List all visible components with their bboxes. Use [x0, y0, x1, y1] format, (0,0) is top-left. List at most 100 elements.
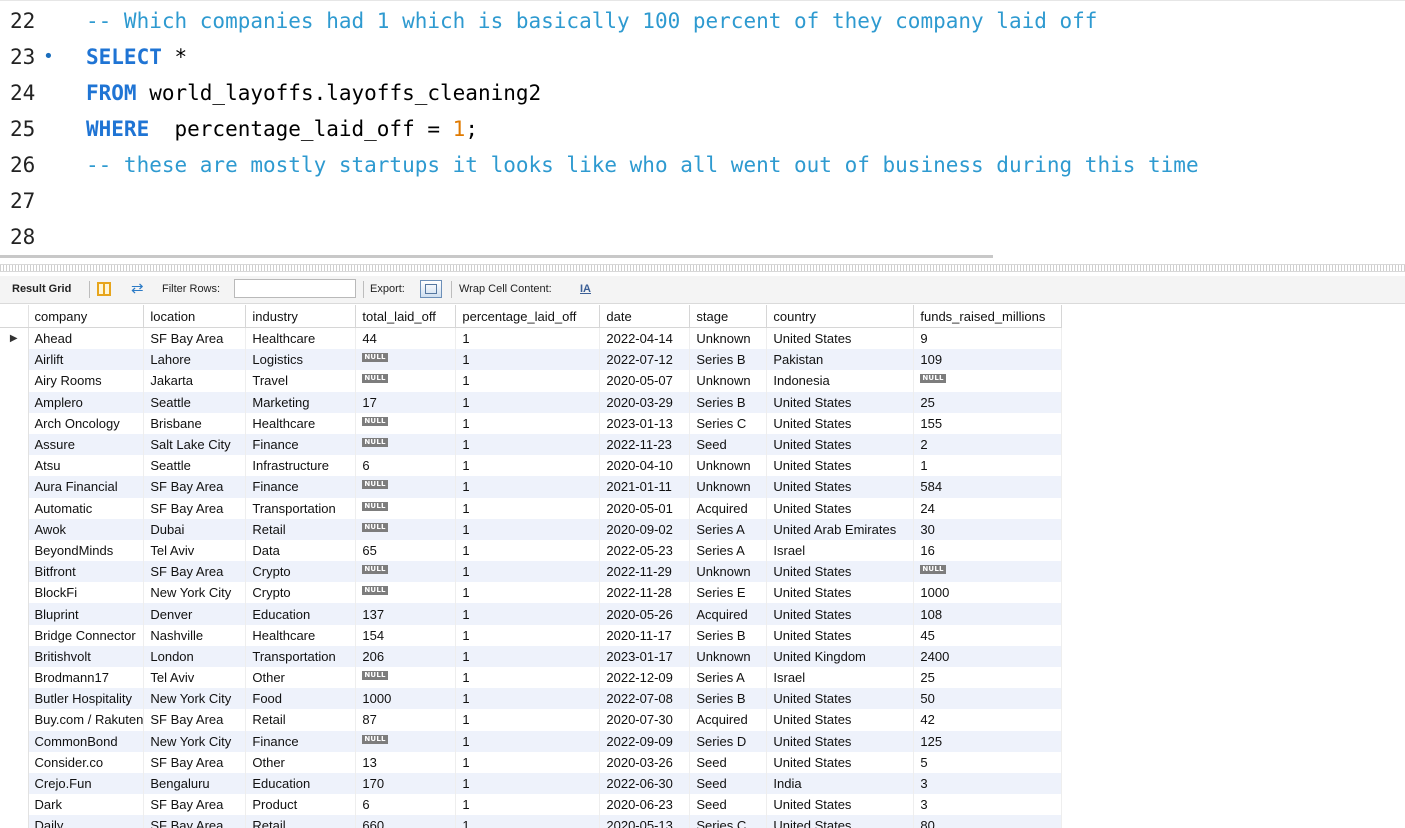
cell-company[interactable]: BeyondMinds [28, 539, 145, 562]
cell-country[interactable]: United States [766, 709, 915, 731]
cell-location[interactable]: Bengaluru [143, 772, 247, 795]
cell-industry[interactable]: Education [245, 772, 357, 795]
cell-company[interactable]: Buy.com / Rakuten [28, 709, 145, 731]
cell-location[interactable]: New York City [143, 730, 247, 752]
cell-country[interactable]: United States [766, 582, 915, 604]
row-indicator[interactable] [0, 709, 29, 731]
cell-industry[interactable]: Product [245, 794, 357, 816]
cell-date[interactable]: 2020-11-17 [599, 624, 691, 646]
cell-country[interactable]: Pakistan [766, 349, 915, 371]
cell-industry[interactable]: Finance [245, 476, 357, 498]
row-indicator[interactable] [0, 391, 29, 413]
table-row[interactable]: Crejo.Fun Bengaluru Education 170 1 2022-06-3… [0, 772, 1063, 795]
cell-total-laid-off[interactable]: NULL [355, 412, 457, 434]
cell-country[interactable]: United States [766, 455, 915, 477]
cell-total-laid-off[interactable]: 660 [355, 815, 457, 828]
code-line[interactable]: 24 FROM world_layoffs.layoffs_cleaning2 [0, 75, 1405, 111]
cell-stage[interactable]: Series E [689, 582, 768, 604]
cell-total-laid-off[interactable]: 65 [355, 539, 457, 562]
cell-company[interactable]: CommonBond [28, 730, 145, 752]
cell-location[interactable]: Lahore [143, 349, 247, 371]
table-row[interactable]: Automatic SF Bay Area Transportation NULL 1 2… [0, 497, 1063, 519]
cell-funds-raised-millions[interactable]: 42 [913, 709, 1063, 731]
cell-country[interactable]: United Arab Emirates [766, 518, 915, 540]
filter-rows-input[interactable] [234, 279, 356, 298]
row-indicator[interactable] [0, 476, 29, 498]
cell-funds-raised-millions[interactable]: 584 [913, 476, 1063, 498]
cell-industry[interactable]: Logistics [245, 349, 357, 371]
cell-date[interactable]: 2022-11-28 [599, 582, 691, 604]
grid-layout-icon[interactable] [97, 282, 111, 296]
cell-company[interactable]: Airy Rooms [28, 370, 145, 392]
cell-country[interactable]: United States [766, 688, 915, 710]
export-icon[interactable] [420, 280, 442, 298]
cell-total-laid-off[interactable]: NULL [355, 433, 457, 456]
cell-percentage-laid-off[interactable]: 1 [455, 667, 601, 689]
row-indicator[interactable] [0, 561, 29, 583]
cell-funds-raised-millions[interactable]: 16 [913, 539, 1063, 562]
cell-industry[interactable]: Infrastructure [245, 455, 357, 477]
cell-funds-raised-millions[interactable]: 9 [913, 327, 1063, 350]
table-row[interactable]: Bluprint Denver Education 137 1 2020-05-26 Acq… [0, 603, 1063, 625]
cell-date[interactable]: 2022-12-09 [599, 667, 691, 689]
cell-total-laid-off[interactable]: NULL [355, 370, 457, 392]
cell-stage[interactable]: Seed [689, 772, 768, 795]
code-line[interactable]: 26 -- these are mostly startups it looks … [0, 147, 1405, 183]
cell-percentage-laid-off[interactable]: 1 [455, 603, 601, 625]
cell-stage[interactable]: Unknown [689, 476, 768, 498]
column-header-stage[interactable]: stage [689, 305, 768, 328]
cell-industry[interactable]: Crypto [245, 582, 357, 604]
cell-funds-raised-millions[interactable]: 5 [913, 751, 1063, 773]
cell-location[interactable]: London [143, 645, 247, 667]
table-row[interactable]: Assure Salt Lake City Finance NULL 1 2022-11-… [0, 433, 1063, 456]
cell-funds-raised-millions[interactable]: 30 [913, 518, 1063, 540]
refresh-filter-icon[interactable]: ⇄ [131, 280, 144, 298]
cell-percentage-laid-off[interactable]: 1 [455, 772, 601, 795]
cell-stage[interactable]: Seed [689, 794, 768, 816]
cell-industry[interactable]: Retail [245, 815, 357, 828]
table-row[interactable]: BeyondMinds Tel Aviv Data 65 1 2022-05-23 Seri… [0, 539, 1063, 562]
cell-company[interactable]: Ahead [28, 327, 145, 350]
cell-country[interactable]: United States [766, 476, 915, 498]
cell-company[interactable]: Dark [28, 794, 145, 816]
cell-location[interactable]: SF Bay Area [143, 794, 247, 816]
table-row[interactable]: Awok Dubai Retail NULL 1 2020-09-02 Series A Un… [0, 518, 1063, 540]
row-indicator[interactable] [0, 667, 29, 689]
table-row[interactable]: BlockFi New York City Crypto NULL 1 2022-11-2… [0, 582, 1063, 604]
cell-location[interactable]: Nashville [143, 624, 247, 646]
cell-stage[interactable]: Series D [689, 730, 768, 752]
cell-date[interactable]: 2022-11-29 [599, 561, 691, 583]
table-row[interactable]: Bitfront SF Bay Area Crypto NULL 1 2022-11-29… [0, 561, 1063, 583]
row-indicator[interactable] [0, 349, 29, 371]
row-indicator[interactable] [0, 624, 29, 646]
cell-stage[interactable]: Acquired [689, 709, 768, 731]
cell-industry[interactable]: Marketing [245, 391, 357, 413]
cell-date[interactable]: 2022-04-14 [599, 327, 691, 350]
cell-date[interactable]: 2020-05-07 [599, 370, 691, 392]
cell-total-laid-off[interactable]: 13 [355, 751, 457, 773]
cell-percentage-laid-off[interactable]: 1 [455, 815, 601, 828]
cell-country[interactable]: United States [766, 412, 915, 434]
cell-date[interactable]: 2020-05-26 [599, 603, 691, 625]
row-indicator[interactable] [0, 794, 29, 816]
cell-company[interactable]: Daily [28, 815, 145, 828]
column-header-location[interactable]: location [143, 305, 247, 328]
cell-location[interactable]: New York City [143, 582, 247, 604]
cell-stage[interactable]: Series B [689, 391, 768, 413]
cell-total-laid-off[interactable]: NULL [355, 730, 457, 752]
row-indicator[interactable] [0, 539, 29, 562]
cell-percentage-laid-off[interactable]: 1 [455, 433, 601, 456]
cell-funds-raised-millions[interactable]: 1000 [913, 582, 1063, 604]
cell-percentage-laid-off[interactable]: 1 [455, 327, 601, 350]
table-row[interactable]: Consider.co SF Bay Area Other 13 1 2020-03-26… [0, 751, 1063, 773]
cell-location[interactable]: Dubai [143, 518, 247, 540]
cell-date[interactable]: 2022-07-08 [599, 688, 691, 710]
cell-industry[interactable]: Other [245, 751, 357, 773]
cell-country[interactable]: India [766, 772, 915, 795]
cell-country[interactable]: United States [766, 751, 915, 773]
cell-stage[interactable]: Unknown [689, 561, 768, 583]
cell-date[interactable]: 2020-06-23 [599, 794, 691, 816]
cell-industry[interactable]: Crypto [245, 561, 357, 583]
cell-total-laid-off[interactable]: 6 [355, 794, 457, 816]
cell-industry[interactable]: Finance [245, 730, 357, 752]
